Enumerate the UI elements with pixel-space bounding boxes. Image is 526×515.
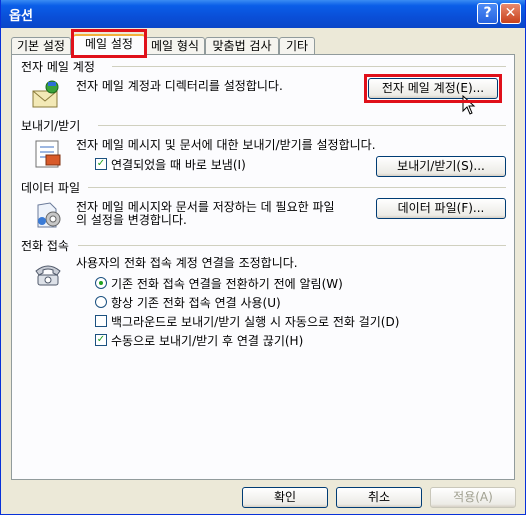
window-title: 옵션 xyxy=(9,9,33,24)
tab-highlight-box xyxy=(71,29,147,58)
notify-before-switch-label: 기존 전화 접속 연결을 전환하기 전에 알림(W) xyxy=(111,277,343,291)
accounts-description: 전자 메일 계정과 디렉터리를 설정합니다. xyxy=(76,79,283,93)
cancel-button[interactable]: 취소 xyxy=(336,487,422,508)
email-accounts-icon xyxy=(32,80,59,108)
close-button[interactable]: ✕ xyxy=(500,3,521,24)
dialup-header: 전화 접속 xyxy=(21,239,69,253)
tab-spelling[interactable]: 맞춤법 검사 xyxy=(205,37,279,54)
accounts-header: 전자 메일 계정 xyxy=(21,60,95,74)
data-files-button[interactable]: 데이터 파일(F)... xyxy=(376,198,506,219)
always-use-existing-label: 항상 기존 전화 접속 연결 사용(U) xyxy=(111,296,281,310)
send-immediately-checkbox[interactable]: ✓ xyxy=(95,158,107,170)
ok-button[interactable]: 확인 xyxy=(242,487,328,508)
send-receive-header: 보내기/받기 xyxy=(21,119,81,133)
send-receive-button[interactable]: 보내기/받기(S)... xyxy=(376,156,506,177)
dialup-divider xyxy=(78,245,506,246)
send-receive-icon xyxy=(35,140,61,168)
accounts-button-highlight xyxy=(364,74,502,103)
phone-icon xyxy=(35,265,61,286)
data-files-divider xyxy=(88,187,506,188)
send-immediately-label: 연결되었을 때 바로 보냄(I) xyxy=(111,158,246,172)
accounts-divider xyxy=(112,66,506,67)
auto-dial-label: 백그라운드로 보내기/받기 실행 시 자동으로 전화 걸기(D) xyxy=(111,315,400,329)
apply-button[interactable]: 적용(A) xyxy=(430,487,516,508)
tab-mail-format[interactable]: 메일 형식 xyxy=(145,37,205,54)
help-button[interactable]: ? xyxy=(477,3,498,24)
tab-panel: 전자 메일 계정 전자 메일 계정과 디렉터리를 설정합니다. 전자 메일 계정… xyxy=(11,54,515,480)
always-use-existing-radio[interactable] xyxy=(95,296,107,308)
title-bar[interactable]: 옵션 ? ✕ xyxy=(1,0,525,28)
auto-dial-checkbox[interactable] xyxy=(95,315,107,327)
options-dialog: 옵션 ? ✕ 기본 설정 메일 설정 메일 형식 맞춤법 검사 기타 전자 메일… xyxy=(0,0,526,515)
data-files-description-2: 의 설정을 변경합니다. xyxy=(76,213,187,227)
send-receive-description: 전자 메일 메시지 및 문서에 대한 보내기/받기를 설정합니다. xyxy=(76,138,376,152)
send-receive-divider xyxy=(98,125,506,126)
tab-other[interactable]: 기타 xyxy=(279,37,315,54)
dialup-description: 사용자의 전화 접속 계정 연결을 조정합니다. xyxy=(76,256,298,270)
data-files-icon xyxy=(37,202,61,228)
tab-preferences[interactable]: 기본 설정 xyxy=(11,37,71,54)
notify-before-switch-radio[interactable] xyxy=(95,277,107,289)
hang-up-checkbox[interactable]: ✓ xyxy=(95,334,107,346)
hang-up-label: 수동으로 보내기/받기 후 연결 끊기(H) xyxy=(111,334,304,348)
data-files-header: 데이터 파일 xyxy=(21,181,81,195)
